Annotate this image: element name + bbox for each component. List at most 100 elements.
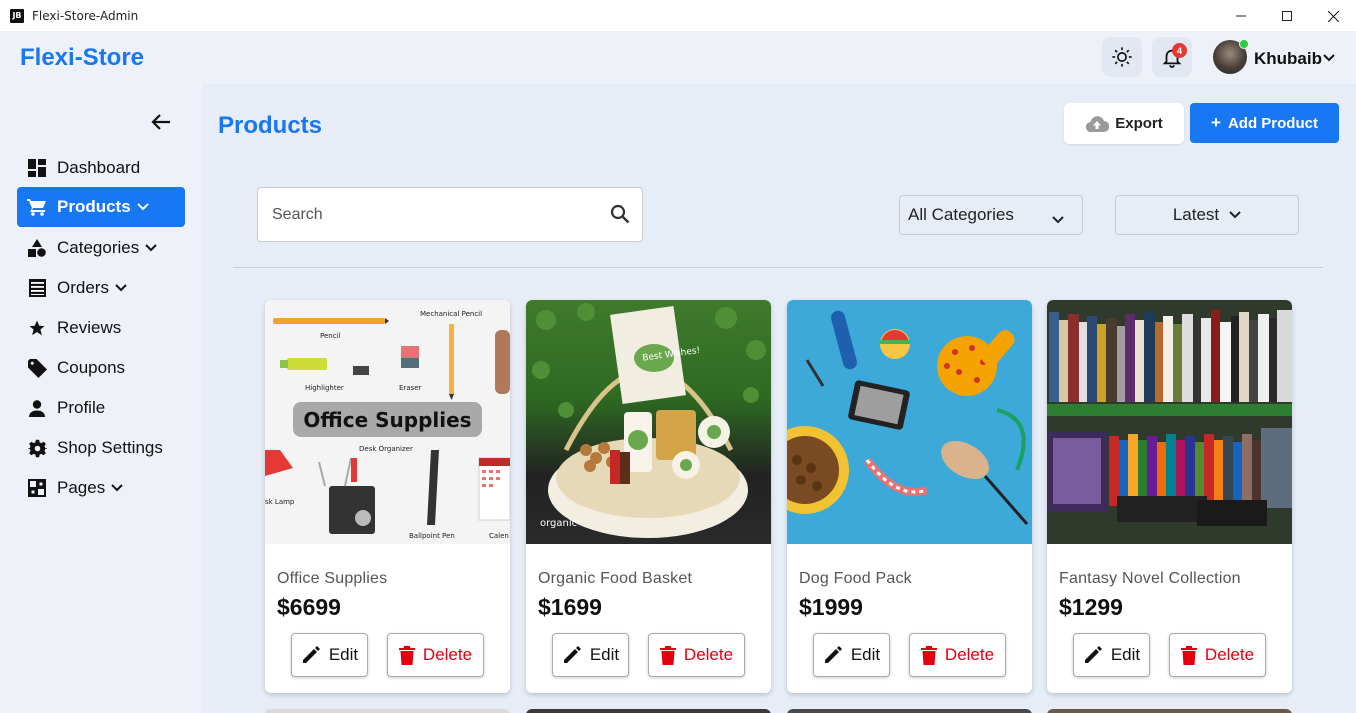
delete-button[interactable]: Delete	[387, 633, 484, 677]
product-price: $1699	[538, 594, 602, 620]
chevron-down-icon	[1323, 54, 1335, 62]
tag-icon	[27, 358, 47, 378]
edit-label: Edit	[589, 645, 620, 664]
product-image	[787, 300, 1032, 544]
gear-icon	[27, 438, 47, 458]
collapse-sidebar-button[interactable]	[150, 112, 172, 137]
edit-label: Edit	[850, 645, 881, 664]
chevron-down-icon	[111, 484, 123, 492]
pencil-icon	[824, 646, 842, 663]
sidebar-item-reviews[interactable]: Reviews	[17, 308, 185, 348]
brand-logo[interactable]: Flexi-Store	[20, 44, 144, 72]
edit-button[interactable]: Edit	[291, 633, 368, 677]
product-card: organic Best Wishes! Organic Food Basket…	[526, 300, 771, 693]
product-name: Office Supplies	[277, 570, 388, 587]
user-name[interactable]: Khubaib	[1254, 49, 1322, 69]
sidebar-item-dashboard[interactable]: Dashboard	[17, 148, 185, 188]
sidebar-item-categories[interactable]: Categories	[17, 228, 185, 268]
image-brand-text: organic	[540, 518, 577, 529]
sidebar-item-orders[interactable]: Orders	[17, 268, 185, 308]
maximize-button[interactable]	[1264, 0, 1310, 32]
product-name: Fantasy Novel Collection	[1059, 570, 1241, 587]
user-menu-button[interactable]	[1322, 50, 1336, 68]
product-image	[1047, 300, 1292, 544]
divider	[233, 267, 1323, 268]
image-label: Mechanical Pencil	[420, 310, 483, 318]
chevron-down-icon	[136, 203, 149, 211]
trash-icon	[920, 645, 937, 665]
cloud-upload-icon	[1086, 115, 1110, 132]
add-product-label: Add Product	[1227, 114, 1318, 132]
pencil-icon	[563, 646, 581, 663]
close-window-button[interactable]	[1310, 0, 1356, 32]
pages-icon	[27, 478, 47, 498]
sidebar-item-label: Dashboard	[57, 158, 141, 177]
edit-button[interactable]: Edit	[1073, 633, 1150, 677]
sidebar-item-shop-settings[interactable]: Shop Settings	[17, 428, 185, 468]
cart-icon	[27, 197, 47, 217]
image-label: Highlighter	[305, 384, 344, 392]
sidebar-item-label: Profile	[57, 398, 106, 417]
app-icon: JB	[10, 8, 24, 23]
pencil-icon	[302, 646, 320, 663]
sidebar-item-coupons[interactable]: Coupons	[17, 348, 185, 388]
theme-toggle-button[interactable]	[1102, 37, 1142, 77]
window-title-bar: JB Flexi-Store-Admin	[0, 0, 1356, 32]
image-label: Desk Organizer	[359, 445, 413, 453]
product-card	[1047, 709, 1292, 713]
trash-icon	[1180, 645, 1197, 665]
export-label: Export	[1115, 115, 1163, 132]
product-name: Organic Food Basket	[538, 570, 693, 587]
search-input[interactable]	[272, 204, 592, 226]
image-banner: Office Supplies	[293, 402, 482, 437]
delete-label: Delete	[683, 645, 734, 664]
window-controls	[1218, 0, 1356, 32]
notifications-button[interactable]: 4	[1152, 37, 1192, 77]
trash-icon	[398, 645, 415, 665]
delete-button[interactable]: Delete	[648, 633, 745, 677]
search-icon[interactable]	[610, 204, 630, 229]
category-filter-select[interactable]: All Categories	[899, 195, 1083, 235]
sidebar-item-pages[interactable]: Pages	[17, 468, 185, 508]
plus-icon: +	[1211, 113, 1221, 132]
product-price: $6699	[277, 594, 341, 620]
delete-button[interactable]: Delete	[1169, 633, 1266, 677]
sidebar-item-label: Products	[57, 197, 131, 216]
page-title: Products	[218, 112, 323, 139]
chevron-down-icon	[115, 284, 127, 292]
chevron-down-icon	[1052, 209, 1064, 229]
add-product-button[interactable]: + Add Product	[1190, 103, 1339, 143]
search-box	[257, 187, 643, 242]
sidebar-item-label: Orders	[57, 278, 109, 297]
delete-label: Delete	[1204, 645, 1255, 664]
product-image: organic Best Wishes!	[526, 300, 771, 544]
image-label: Ballpoint Pen	[409, 532, 455, 540]
sidebar-item-label: Shop Settings	[57, 438, 163, 457]
sort-value: Latest	[1172, 205, 1220, 224]
maximize-icon	[1282, 11, 1292, 21]
sun-icon	[1112, 47, 1132, 67]
sidebar-item-profile[interactable]: Profile	[17, 388, 185, 428]
minimize-button[interactable]	[1218, 0, 1264, 32]
delete-label: Delete	[422, 645, 473, 664]
product-name: Dog Food Pack	[799, 570, 912, 587]
product-price: $1999	[799, 594, 863, 620]
sidebar-item-label: Categories	[57, 238, 140, 257]
arrow-left-icon	[151, 114, 170, 130]
product-image: Office Supplies Pencil Mechanical Pencil…	[265, 300, 510, 544]
sidebar-item-label: Coupons	[57, 358, 126, 377]
product-card: Fantasy Novel Collection $1299 Edit Dele…	[1047, 300, 1292, 693]
edit-button[interactable]: Edit	[552, 633, 629, 677]
export-button[interactable]: Export	[1064, 103, 1184, 144]
image-label: Eraser	[399, 384, 422, 392]
category-filter-value: All Categories	[908, 205, 1014, 224]
avatar[interactable]	[1213, 39, 1249, 74]
edit-button[interactable]: Edit	[813, 633, 890, 677]
product-price: $1299	[1059, 594, 1123, 620]
sort-select[interactable]: Latest	[1115, 195, 1299, 235]
delete-button[interactable]: Delete	[909, 633, 1006, 677]
product-card: Office Supplies Pencil Mechanical Pencil…	[265, 300, 510, 693]
person-icon	[27, 398, 47, 418]
notification-badge: 4	[1172, 43, 1187, 58]
sidebar-item-products[interactable]: Products	[17, 187, 185, 227]
